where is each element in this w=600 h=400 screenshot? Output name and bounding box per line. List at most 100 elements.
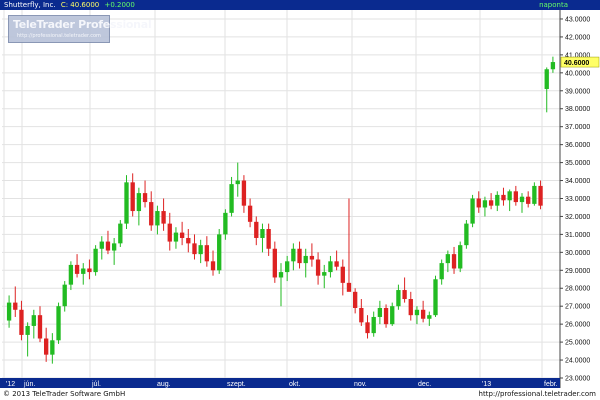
close-price-label: C: 40.6000 [60, 1, 100, 9]
y-tick-label: 39.0000 [565, 88, 590, 95]
candle-body [544, 69, 549, 89]
candle-body [74, 264, 80, 274]
y-tick-label: 25.0000 [565, 340, 590, 347]
candle-body [445, 254, 451, 264]
candle-body [186, 237, 191, 244]
candle-body [235, 180, 240, 185]
y-tick-label: 23.0000 [565, 376, 590, 383]
y-tick-label: 28.0000 [565, 286, 590, 293]
candle-body [198, 245, 203, 255]
candle-body [513, 191, 518, 203]
candle-body [142, 193, 148, 203]
candle-body [482, 200, 488, 208]
x-axis-band [0, 378, 560, 388]
candle-body [260, 229, 265, 238]
y-tick-label: 27.0000 [565, 304, 590, 311]
candle-body [414, 309, 420, 316]
candle-body [538, 185, 543, 206]
candle-body [458, 245, 463, 269]
candle-body [464, 223, 469, 246]
candle-body [402, 290, 407, 300]
footer-url[interactable]: http://professional.teletrader.com [479, 388, 596, 400]
change-label: +0.2000 [104, 1, 135, 9]
candle-body [223, 212, 228, 235]
y-tick-label: 40.0000 [565, 70, 590, 77]
x-tick-label: szept. [227, 381, 246, 388]
candle-body [210, 261, 216, 271]
candle-body [439, 263, 444, 280]
candle-body [322, 272, 327, 276]
candle-body [241, 180, 247, 206]
watermark-title: TeleTrader Professional [13, 18, 152, 31]
teletrader-watermark: TeleTrader Professional http://professio… [8, 15, 152, 43]
price-chart[interactable]: 23.0000 24.0000 25.0000 26.0000 27.0000 28.00… [0, 10, 600, 388]
candle-body [408, 299, 413, 316]
x-tick-label: febr. [544, 381, 558, 388]
candle-body [105, 241, 111, 251]
candle-body [377, 307, 383, 317]
candle-body [334, 261, 339, 267]
instrument-name: Shutterfly, Inc. [4, 1, 56, 9]
candle-body [155, 211, 160, 226]
candle-body [130, 182, 135, 212]
candle-body [488, 200, 494, 206]
candle-body [532, 185, 537, 204]
candle-body [31, 315, 36, 326]
candle-body [118, 223, 123, 244]
candle-body [229, 184, 234, 213]
candle-body [285, 261, 290, 273]
candle-body [136, 193, 142, 212]
watermark-url: http://professional.teletrader.com [17, 33, 101, 39]
candle-body [346, 282, 352, 292]
candle-body [217, 234, 222, 271]
candle-body [81, 268, 86, 274]
x-tick-label: '13 [482, 381, 491, 388]
candle-body [93, 248, 98, 273]
y-tick-label: 33.0000 [565, 196, 590, 203]
candle-body [6, 302, 12, 321]
y-tick-label: 35.0000 [565, 160, 590, 167]
candle-body [470, 198, 475, 224]
period-label[interactable]: naponta [539, 0, 568, 10]
candle-body [149, 202, 154, 226]
last-price-label: 40.6000 [564, 60, 589, 67]
candle-body [303, 255, 308, 264]
candle-body [550, 62, 556, 70]
y-tick-label: 31.0000 [565, 232, 590, 239]
candle-body [340, 266, 345, 283]
candle-body [247, 205, 253, 222]
candle-body [192, 243, 197, 255]
candle-body [25, 325, 30, 335]
copyright-text: © 2013 TeleTrader Software GmbH [3, 390, 126, 398]
y-tick-label: 38.0000 [565, 106, 590, 113]
candle-body [278, 272, 284, 278]
y-tick-label: 34.0000 [565, 178, 590, 185]
candle-body [37, 315, 43, 339]
y-tick-label: 43.0000 [565, 16, 590, 23]
candle-body [365, 322, 370, 334]
candle-body [476, 198, 481, 208]
candle-body [99, 241, 104, 249]
y-tick-label: 29.0000 [565, 268, 590, 275]
candle-body [396, 290, 401, 307]
x-tick-label: '12 [6, 381, 15, 388]
candle-body [272, 248, 277, 278]
candle-body [204, 245, 210, 262]
y-tick-label: 30.0000 [565, 250, 590, 257]
x-tick-label: dec. [418, 381, 431, 388]
candle-body [111, 243, 117, 251]
x-tick-label: okt. [289, 381, 300, 388]
candle-body [254, 221, 259, 238]
candle-body [167, 223, 172, 242]
candle-body [451, 254, 457, 269]
candle-body [179, 232, 185, 238]
y-tick-label: 32.0000 [565, 214, 590, 221]
candle-body [427, 315, 432, 319]
candle-body [13, 302, 18, 310]
candle-body [309, 255, 315, 260]
candle-body [352, 291, 358, 308]
y-tick-label: 42.0000 [565, 34, 590, 41]
candle-body [266, 229, 271, 249]
candle-body [124, 182, 129, 224]
candle-body [62, 284, 67, 307]
